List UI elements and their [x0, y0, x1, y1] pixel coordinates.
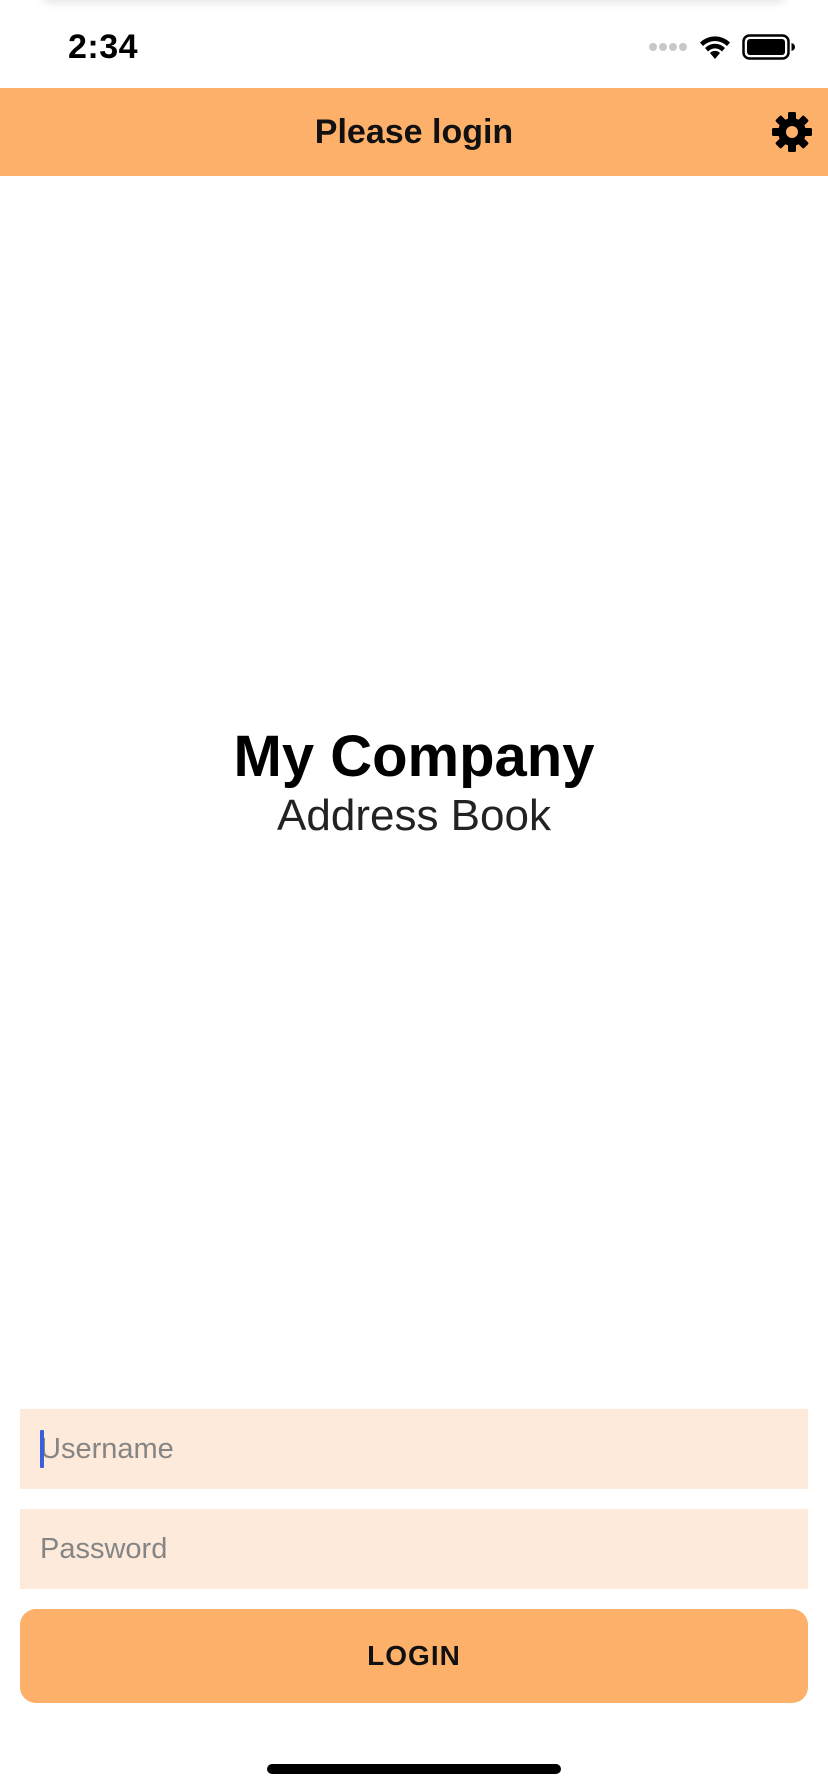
login-button[interactable]: LOGIN [20, 1609, 808, 1703]
username-input[interactable] [20, 1409, 808, 1489]
status-icons [648, 34, 796, 60]
company-name: My Company [233, 724, 595, 789]
home-indicator[interactable] [267, 1764, 561, 1774]
gear-icon [772, 112, 812, 152]
battery-icon [742, 34, 795, 60]
signal-dots-icon [649, 43, 687, 51]
brand-block: My Company Address Book [0, 722, 828, 842]
status-time: 2:34 [68, 28, 139, 66]
settings-button[interactable] [768, 108, 816, 156]
app-subtitle: Address Book [277, 791, 551, 840]
status-bar: 2:34 [0, 0, 828, 88]
text-cursor [40, 1430, 44, 1468]
nav-bar: Please login [0, 88, 828, 176]
wifi-icon [700, 36, 730, 59]
password-input[interactable] [20, 1509, 808, 1589]
page-title: Please login [314, 113, 514, 151]
